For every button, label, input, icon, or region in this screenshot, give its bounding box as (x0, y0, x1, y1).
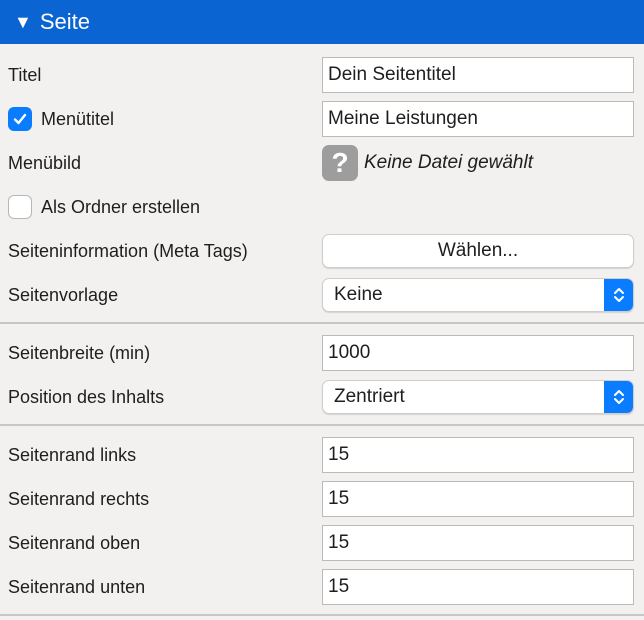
rand-oben-input[interactable]: 15 (322, 525, 634, 561)
select-stepper-icon (604, 279, 633, 311)
row-menuetitel: Menütitel Meine Leistungen (0, 97, 644, 141)
position-select[interactable]: Zentriert (322, 380, 634, 414)
row-menuebild: Menübild ? Keine Datei gewählt (0, 141, 644, 185)
waehlen-button[interactable]: Wählen... (322, 234, 634, 268)
row-rand-rechts: Seitenrand rechts 15 (0, 477, 644, 521)
row-rand-unten: Seitenrand unten 15 (0, 565, 644, 609)
rand-links-input[interactable]: 15 (322, 437, 634, 473)
row-rand-oben: Seitenrand oben 15 (0, 521, 644, 565)
row-position: Position des Inhalts Zentriert (0, 375, 644, 419)
rand-unten-input[interactable]: 15 (322, 569, 634, 605)
section-header-seite[interactable]: ▼ Seite (0, 0, 644, 44)
titel-label: Titel (8, 64, 42, 85)
menuetitel-checkbox[interactable] (8, 107, 32, 131)
rand-unten-label: Seitenrand unten (8, 576, 146, 597)
ordner-label: Als Ordner erstellen (41, 196, 201, 217)
rand-links-label: Seitenrand links (8, 444, 137, 465)
menuebild-status: Keine Datei gewählt (364, 152, 533, 173)
row-seitenbreite: Seitenbreite (min) 1000 (0, 331, 644, 375)
section-title: Seite (39, 9, 90, 34)
rand-rechts-label: Seitenrand rechts (8, 488, 150, 509)
seitenvorlage-select[interactable]: Keine (322, 278, 634, 312)
rand-oben-label: Seitenrand oben (8, 532, 141, 553)
seitenvorlage-value: Keine (334, 284, 383, 305)
disclosure-triangle-down-icon: ▼ (14, 11, 32, 32)
menuetitel-label-group: Menütitel (8, 97, 114, 141)
divider (0, 424, 644, 426)
ordner-checkbox[interactable] (8, 195, 32, 219)
rand-rechts-input[interactable]: 15 (322, 481, 634, 517)
menuetitel-label: Menütitel (41, 108, 115, 129)
checkmark-icon (13, 113, 27, 125)
titel-input[interactable]: Dein Seitentitel (322, 57, 634, 93)
seitenbreite-label: Seitenbreite (min) (8, 342, 151, 363)
question-mark-icon[interactable]: ? (322, 145, 358, 181)
row-ordner: Als Ordner erstellen (0, 185, 644, 229)
row-seiteninformation: Seiteninformation (Meta Tags) Wählen... (0, 229, 644, 273)
seitenvorlage-label: Seitenvorlage (8, 284, 119, 305)
position-value: Zentriert (334, 386, 405, 407)
divider (0, 614, 644, 616)
seiteninformation-label: Seiteninformation (Meta Tags) (8, 240, 248, 261)
position-label: Position des Inhalts (8, 386, 165, 407)
menuebild-label: Menübild (8, 152, 82, 173)
seitenbreite-input[interactable]: 1000 (322, 335, 634, 371)
menuetitel-input[interactable]: Meine Leistungen (322, 101, 634, 137)
ordner-label-group: Als Ordner erstellen (8, 185, 200, 229)
row-rand-links: Seitenrand links 15 (0, 433, 644, 477)
menuebild-file-picker[interactable]: ? Keine Datei gewählt (322, 141, 533, 185)
divider (0, 322, 644, 324)
row-titel: Titel Dein Seitentitel (0, 53, 644, 97)
select-stepper-icon (604, 381, 633, 413)
row-seitenvorlage: Seitenvorlage Keine (0, 273, 644, 317)
